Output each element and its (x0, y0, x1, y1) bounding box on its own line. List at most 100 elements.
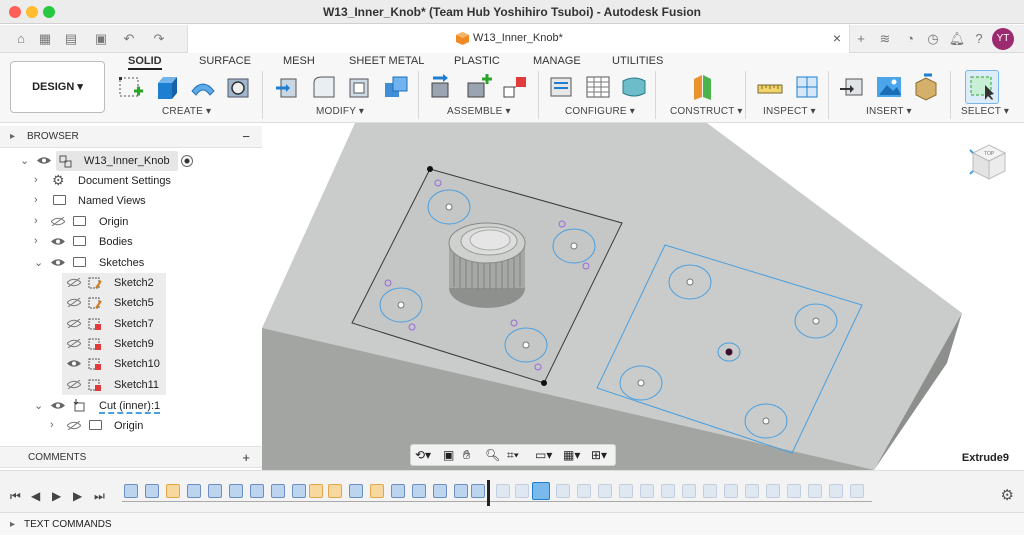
home-icon[interactable]: ⌂ (12, 31, 30, 47)
grid-icon[interactable]: ▦ (36, 31, 54, 47)
activate-radio-icon[interactable] (181, 155, 193, 167)
comments-header[interactable]: COMMENTS + (0, 446, 262, 468)
browser-root-row[interactable]: ⌄ W13_Inner_Knob (0, 151, 240, 171)
timeline-feature[interactable] (124, 484, 138, 498)
timeline-marker[interactable] (487, 480, 490, 506)
measure-icon[interactable] (756, 73, 784, 101)
eye-icon[interactable] (37, 156, 51, 165)
plane-icon[interactable] (690, 73, 718, 101)
eye-icon[interactable] (51, 237, 65, 246)
browser-row[interactable]: › Named Views (0, 191, 240, 211)
zoom-window-button[interactable] (43, 6, 55, 18)
tab-mesh[interactable]: MESH (283, 55, 315, 67)
eye-hidden-icon[interactable] (51, 217, 65, 226)
configure-group-label[interactable]: CONFIGURE ▾ (565, 106, 635, 117)
extension-icon[interactable]: ≋ (876, 31, 894, 47)
insert-image-icon[interactable] (875, 73, 903, 101)
minimize-window-button[interactable] (26, 6, 38, 18)
fillet-icon[interactable] (310, 73, 338, 101)
shell-icon[interactable] (346, 73, 374, 101)
fit-icon[interactable]: ⌗▾ (507, 448, 519, 463)
as-built-joint-icon[interactable] (501, 73, 529, 101)
hole-icon[interactable] (225, 73, 253, 101)
timeline-feature[interactable] (349, 484, 363, 498)
new-component-icon[interactable] (429, 73, 457, 101)
sketch-row[interactable]: Sketch7 (0, 314, 240, 334)
select-group-label[interactable]: SELECT ▾ (961, 106, 1009, 117)
chevron-right-icon[interactable]: › (34, 174, 38, 186)
timeline-feature[interactable] (412, 484, 426, 498)
timeline-feature[interactable] (309, 484, 323, 498)
zoom-icon[interactable]: 🔍︎ (485, 448, 500, 462)
browser-row[interactable]: › Origin (0, 212, 240, 232)
timeline-feature[interactable] (724, 484, 738, 498)
sketch-row[interactable]: Sketch2 (0, 273, 240, 293)
timeline-feature[interactable] (661, 484, 675, 498)
sketch-row[interactable]: Sketch5 (0, 293, 240, 313)
timeline-feature[interactable] (250, 484, 264, 498)
extrude-icon[interactable] (153, 73, 181, 101)
tab-utilities[interactable]: UTILITIES (612, 55, 663, 67)
tab-solid[interactable]: SOLID (128, 55, 162, 70)
sketch-row[interactable]: Sketch10 (0, 354, 240, 374)
insert-group-label[interactable]: INSERT ▾ (866, 106, 912, 117)
canvas-viewport[interactable]: TOP Extrude9 (262, 123, 1024, 470)
notification-icon[interactable]: 🔔︎ (948, 31, 966, 47)
timeline-feature[interactable] (328, 484, 342, 498)
browser-row[interactable]: › ⚙ Document Settings (0, 171, 240, 191)
timeline-feature[interactable] (145, 484, 159, 498)
redo-icon[interactable]: ↷ (150, 31, 168, 47)
tab-sheet-metal[interactable]: SHEET METAL (349, 55, 424, 67)
tab-manage[interactable]: MANAGE (533, 55, 581, 67)
timeline-feature[interactable] (703, 484, 717, 498)
joint-icon[interactable] (465, 73, 493, 101)
timeline-feature[interactable] (850, 484, 864, 498)
insert-derive-icon[interactable] (838, 73, 866, 101)
chevron-down-icon[interactable]: ⌄ (34, 256, 43, 269)
orbit-icon[interactable]: ⟲▾ (415, 448, 431, 462)
revolve-icon[interactable] (189, 73, 217, 101)
timeline-feature[interactable] (787, 484, 801, 498)
go-to-start-icon[interactable]: ⏮ (10, 489, 21, 504)
file-icon[interactable]: ▤ (62, 31, 80, 47)
timeline-feature[interactable] (166, 484, 180, 498)
component-row[interactable]: ⌄ Cut (inner):1 (0, 396, 240, 416)
construct-group-label[interactable]: CONSTRUCT ▾ (670, 106, 743, 117)
timeline-feature[interactable] (454, 484, 468, 498)
interference-icon[interactable] (793, 73, 821, 101)
workspace-switcher[interactable]: DESIGN ▾ (10, 61, 105, 113)
timeline-feature[interactable] (682, 484, 696, 498)
combine-icon[interactable] (382, 73, 410, 101)
browser-row[interactable]: › Origin (0, 416, 240, 436)
save-icon[interactable]: ▣ (92, 31, 110, 47)
timeline-feature[interactable] (766, 484, 780, 498)
pan-icon[interactable]: ✋︎ (463, 447, 470, 463)
timeline-feature[interactable] (391, 484, 405, 498)
timeline-feature[interactable] (471, 484, 485, 498)
browser-row[interactable]: › Bodies (0, 232, 240, 252)
play-icon[interactable]: ▶ (52, 489, 61, 503)
undo-icon[interactable]: ↶ (120, 31, 138, 47)
timeline-feature[interactable] (208, 484, 222, 498)
clock-icon[interactable]: ◷ (924, 31, 942, 47)
grid-settings-icon[interactable]: ▦▾ (563, 448, 580, 462)
configuration-rule-icon[interactable] (620, 73, 648, 101)
eye-icon[interactable] (51, 401, 65, 410)
chevron-right-icon[interactable]: › (34, 194, 38, 206)
eye-icon[interactable] (51, 258, 65, 267)
browser-row[interactable]: ⌄ Sketches (0, 253, 240, 273)
browser-header[interactable]: ▸ BROWSER − (0, 126, 262, 148)
collapse-icon[interactable]: − (242, 126, 250, 148)
new-tab-icon[interactable]: + (852, 31, 870, 47)
timeline-feature[interactable] (808, 484, 822, 498)
text-commands-bar[interactable]: ▸ TEXT COMMANDS (0, 512, 1024, 535)
chevron-down-icon[interactable]: ⌄ (20, 154, 29, 167)
timeline-feature[interactable] (640, 484, 654, 498)
eye-icon[interactable] (67, 359, 81, 368)
look-at-icon[interactable]: ▣ (443, 448, 454, 462)
insert-mcmaster-icon[interactable] (912, 73, 940, 101)
timeline-settings-gear-icon[interactable]: ⚙ (1001, 486, 1014, 504)
go-to-end-icon[interactable]: ⏭ (94, 489, 105, 504)
press-pull-icon[interactable] (274, 73, 302, 101)
sketch-row[interactable]: Sketch9 (0, 334, 240, 354)
